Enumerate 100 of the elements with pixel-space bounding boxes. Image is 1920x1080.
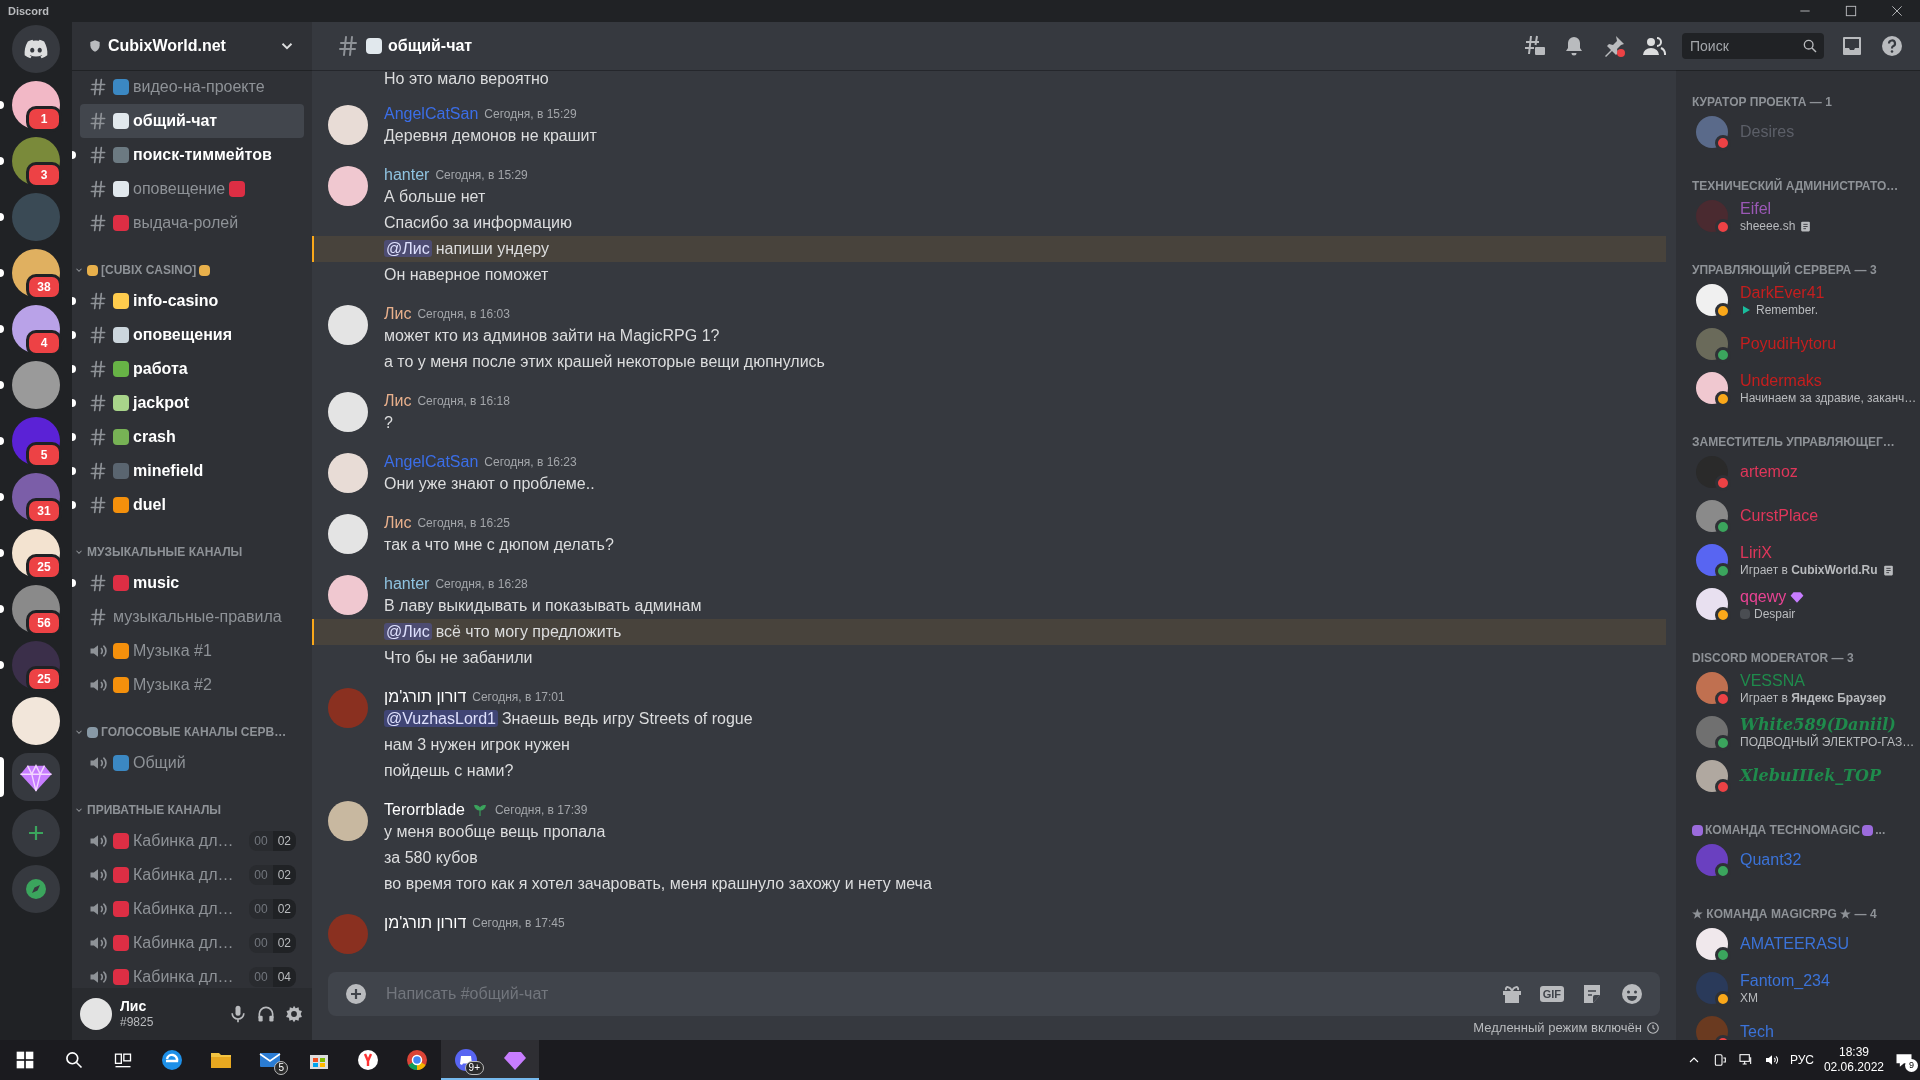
server-header[interactable]: CubixWorld.net (72, 22, 312, 70)
hash-icon (88, 573, 108, 593)
members-icon[interactable] (1642, 34, 1666, 58)
channel-item[interactable]: оповещения (80, 318, 304, 352)
user-avatar[interactable] (328, 801, 368, 841)
hash-icon (88, 325, 108, 345)
notification-badge: 5 (274, 1061, 288, 1075)
member-item[interactable]: VESSNA Играет в Яндекс Браузер (1684, 666, 1912, 710)
channel-item[interactable]: Кабинка дл… 00 04 (80, 960, 304, 988)
explore-button[interactable] (12, 865, 60, 913)
user-count: 00 (249, 831, 273, 851)
author-name[interactable]: Лис (384, 305, 412, 323)
emoji-picker-icon[interactable] (1620, 982, 1644, 1006)
close-icon[interactable] (1889, 3, 1905, 19)
channel-item[interactable]: Общий (80, 746, 304, 780)
help-icon[interactable] (1880, 34, 1904, 58)
add-server-button[interactable] (12, 809, 60, 857)
author-name[interactable]: Лис (384, 392, 412, 410)
channel-item[interactable]: музыкальные-правила (80, 600, 304, 634)
clock-time[interactable]: 18:39 (1838, 1045, 1869, 1060)
channel-item[interactable]: Кабинка дл… 00 02 (80, 858, 304, 892)
author-name[interactable]: hanter (384, 575, 430, 593)
server-icon[interactable] (12, 753, 60, 801)
channel-item[interactable]: info-casino (80, 284, 304, 318)
member-item[interactable]: Fantom_234 XM (1684, 966, 1912, 1010)
search-input[interactable]: Поиск (1688, 34, 1798, 58)
channel-item[interactable]: crash (80, 420, 304, 454)
hash-icon (336, 34, 360, 58)
channel-item[interactable]: видео-на-проекте (80, 70, 304, 104)
author-name[interactable]: Terorrblade (384, 801, 465, 819)
channel-item[interactable]: выдача-ролей (80, 206, 304, 240)
headphones-icon[interactable] (256, 1004, 276, 1024)
maximize-icon[interactable] (1843, 3, 1859, 19)
user-avatar[interactable] (328, 514, 368, 554)
channel-item[interactable]: Музыка #1 (80, 634, 304, 668)
server-icon[interactable] (12, 361, 60, 409)
microphone-icon[interactable] (228, 1004, 248, 1024)
channel-item[interactable]: duel (80, 488, 304, 522)
inbox-icon[interactable] (1840, 34, 1864, 58)
member-activity: Начинаем за здравие, заканч… (1740, 390, 1917, 406)
channel-title: общий-чат (388, 36, 473, 56)
user-mention[interactable]: @Лис (384, 240, 432, 257)
user-mention[interactable]: @Лис (384, 623, 432, 640)
channel-category[interactable]: ПРИВАТНЫЕ КАНАЛЫ (72, 780, 312, 824)
author-name[interactable]: דורון תורג'מן (384, 914, 467, 932)
user-avatar[interactable] (328, 305, 368, 345)
taskbar-app[interactable] (490, 1040, 539, 1080)
gif-button[interactable]: GIF (1539, 986, 1564, 1002)
channel-item[interactable]: music (80, 566, 304, 600)
clock-date[interactable]: 02.06.2022 (1823, 1060, 1884, 1075)
user-mention[interactable]: @VuzhasLord1 (384, 710, 498, 727)
network-icon[interactable] (1737, 1052, 1754, 1068)
message-text: а то у меня после этих крашей некоторые вещи дюпнулись (384, 352, 826, 372)
channel-item[interactable]: minefield (80, 454, 304, 488)
channel-item[interactable]: Кабинка дл… 00 02 (80, 824, 304, 858)
message-text: А больше нет (384, 187, 487, 207)
member-item[interactable]: Eifel sheeee.sh (1684, 194, 1912, 238)
role-header: КОМАНДА TECHNOMAGIC (1705, 822, 1861, 839)
channel-item[interactable]: работа (80, 352, 304, 386)
windows-start-icon[interactable] (14, 1050, 35, 1070)
input-language[interactable]: РУС (1789, 1051, 1814, 1069)
threads-icon[interactable] (1522, 34, 1546, 58)
member-item[interactable]: White589(Daniil) ПОДВОДНЫЙ ЭЛЕКТРО-ГАЗ… (1684, 710, 1912, 754)
user-avatar[interactable] (328, 453, 368, 493)
home-button[interactable] (12, 25, 60, 73)
channel-item[interactable]: Музыка #2 (80, 668, 304, 702)
member-name: LiriX (1740, 542, 1772, 563)
channel-item[interactable]: оповещение (80, 172, 304, 206)
channel-item[interactable]: jackpot (80, 386, 304, 420)
author-name[interactable]: דורון תורג'מן (384, 688, 467, 706)
channel-item[interactable]: Кабинка дл… 00 02 (80, 892, 304, 926)
app-title: Discord (8, 3, 49, 19)
role-header: УПРАВЛЯЮЩИЙ СЕРВЕРА — 3 (1692, 261, 1877, 279)
author-name[interactable]: hanter (384, 166, 430, 184)
channel-category[interactable]: ГОЛОСОВЫЕ КАНАЛЫ СЕРВ… (72, 702, 312, 746)
mention-count-badge: 56 (26, 610, 62, 636)
taskbar-app[interactable]: 9+ (441, 1040, 490, 1080)
category-name: ГОЛОСОВЫЕ КАНАЛЫ СЕРВ… (101, 724, 287, 741)
channel-category[interactable]: МУЗЫКАЛЬНЫЕ КАНАЛЫ (72, 522, 312, 566)
taskbar-app[interactable]: 5 (245, 1040, 294, 1080)
add-attachment-icon[interactable] (344, 982, 368, 1006)
member-item[interactable]: LiriX Играет в CubixWorld.Ru (1684, 538, 1912, 582)
user-avatar[interactable] (328, 166, 368, 206)
member-item[interactable]: qqewy Despair (1684, 582, 1912, 626)
search-field[interactable]: Поиск (1682, 33, 1824, 59)
user-avatar[interactable] (328, 105, 368, 145)
channel-item[interactable]: поиск-тиммейтов (80, 138, 304, 172)
search-icon[interactable] (63, 1050, 84, 1070)
user-avatar[interactable] (328, 575, 368, 615)
server-icon[interactable] (12, 697, 60, 745)
settings-icon[interactable] (284, 1004, 304, 1024)
member-item[interactable]: DarkEver41 Remember. (1684, 278, 1912, 322)
browser-icon (159, 1048, 184, 1072)
channel-category[interactable]: [CUBIX CASINO] (72, 240, 312, 284)
user-avatar[interactable] (328, 392, 368, 432)
author-name[interactable]: Лис (384, 514, 412, 532)
channel-item[interactable]: общий-чат (80, 104, 304, 138)
server-name: CubixWorld.net (108, 36, 227, 56)
channel-item[interactable]: Кабинка дл… 00 02 (80, 926, 304, 960)
user-avatar[interactable] (80, 998, 112, 1030)
